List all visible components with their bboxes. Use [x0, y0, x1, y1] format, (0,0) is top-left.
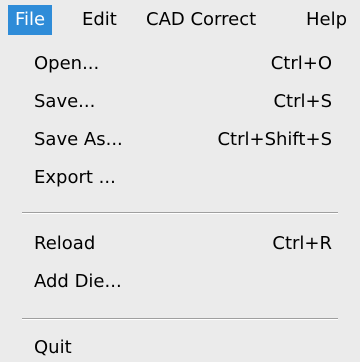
menu-bar: File Edit CAD Correct Help [0, 0, 360, 40]
menu-item-add-die[interactable]: Add Die... [0, 264, 360, 300]
menu-item-add-die-label: Add Die... [34, 271, 122, 292]
menu-item-save[interactable]: Save... Ctrl+S [0, 84, 360, 120]
menu-item-save-as-shortcut: Ctrl+Shift+S [217, 129, 332, 150]
menu-item-export-label: Export ... [34, 167, 116, 188]
menu-edit[interactable]: Edit [82, 5, 117, 35]
file-menu-dropdown: Open... Ctrl+O Save... Ctrl+S Save As...… [0, 40, 360, 362]
menu-item-save-label: Save... [34, 91, 96, 112]
menu-item-save-shortcut: Ctrl+S [273, 91, 332, 112]
menu-item-save-as[interactable]: Save As... Ctrl+Shift+S [0, 122, 360, 158]
menu-item-open-label: Open... [34, 53, 100, 74]
menu-separator [22, 318, 338, 320]
menu-help[interactable]: Help [306, 5, 347, 35]
menu-item-save-as-label: Save As... [34, 129, 123, 150]
menu-separator [22, 212, 338, 214]
menu-item-open-shortcut: Ctrl+O [270, 53, 332, 74]
menu-item-export[interactable]: Export ... [0, 160, 360, 196]
menu-item-open[interactable]: Open... Ctrl+O [0, 46, 360, 82]
menu-item-reload[interactable]: Reload Ctrl+R [0, 226, 360, 262]
menu-file[interactable]: File [8, 5, 53, 35]
menu-item-reload-label: Reload [34, 233, 96, 254]
menu-item-reload-shortcut: Ctrl+R [272, 233, 332, 254]
menu-cad-correct[interactable]: CAD Correct [146, 5, 256, 35]
menu-item-quit[interactable]: Quit [0, 330, 360, 362]
menu-item-quit-label: Quit [34, 337, 72, 358]
application-window: File Edit CAD Correct Help Open... Ctrl+… [0, 0, 360, 362]
